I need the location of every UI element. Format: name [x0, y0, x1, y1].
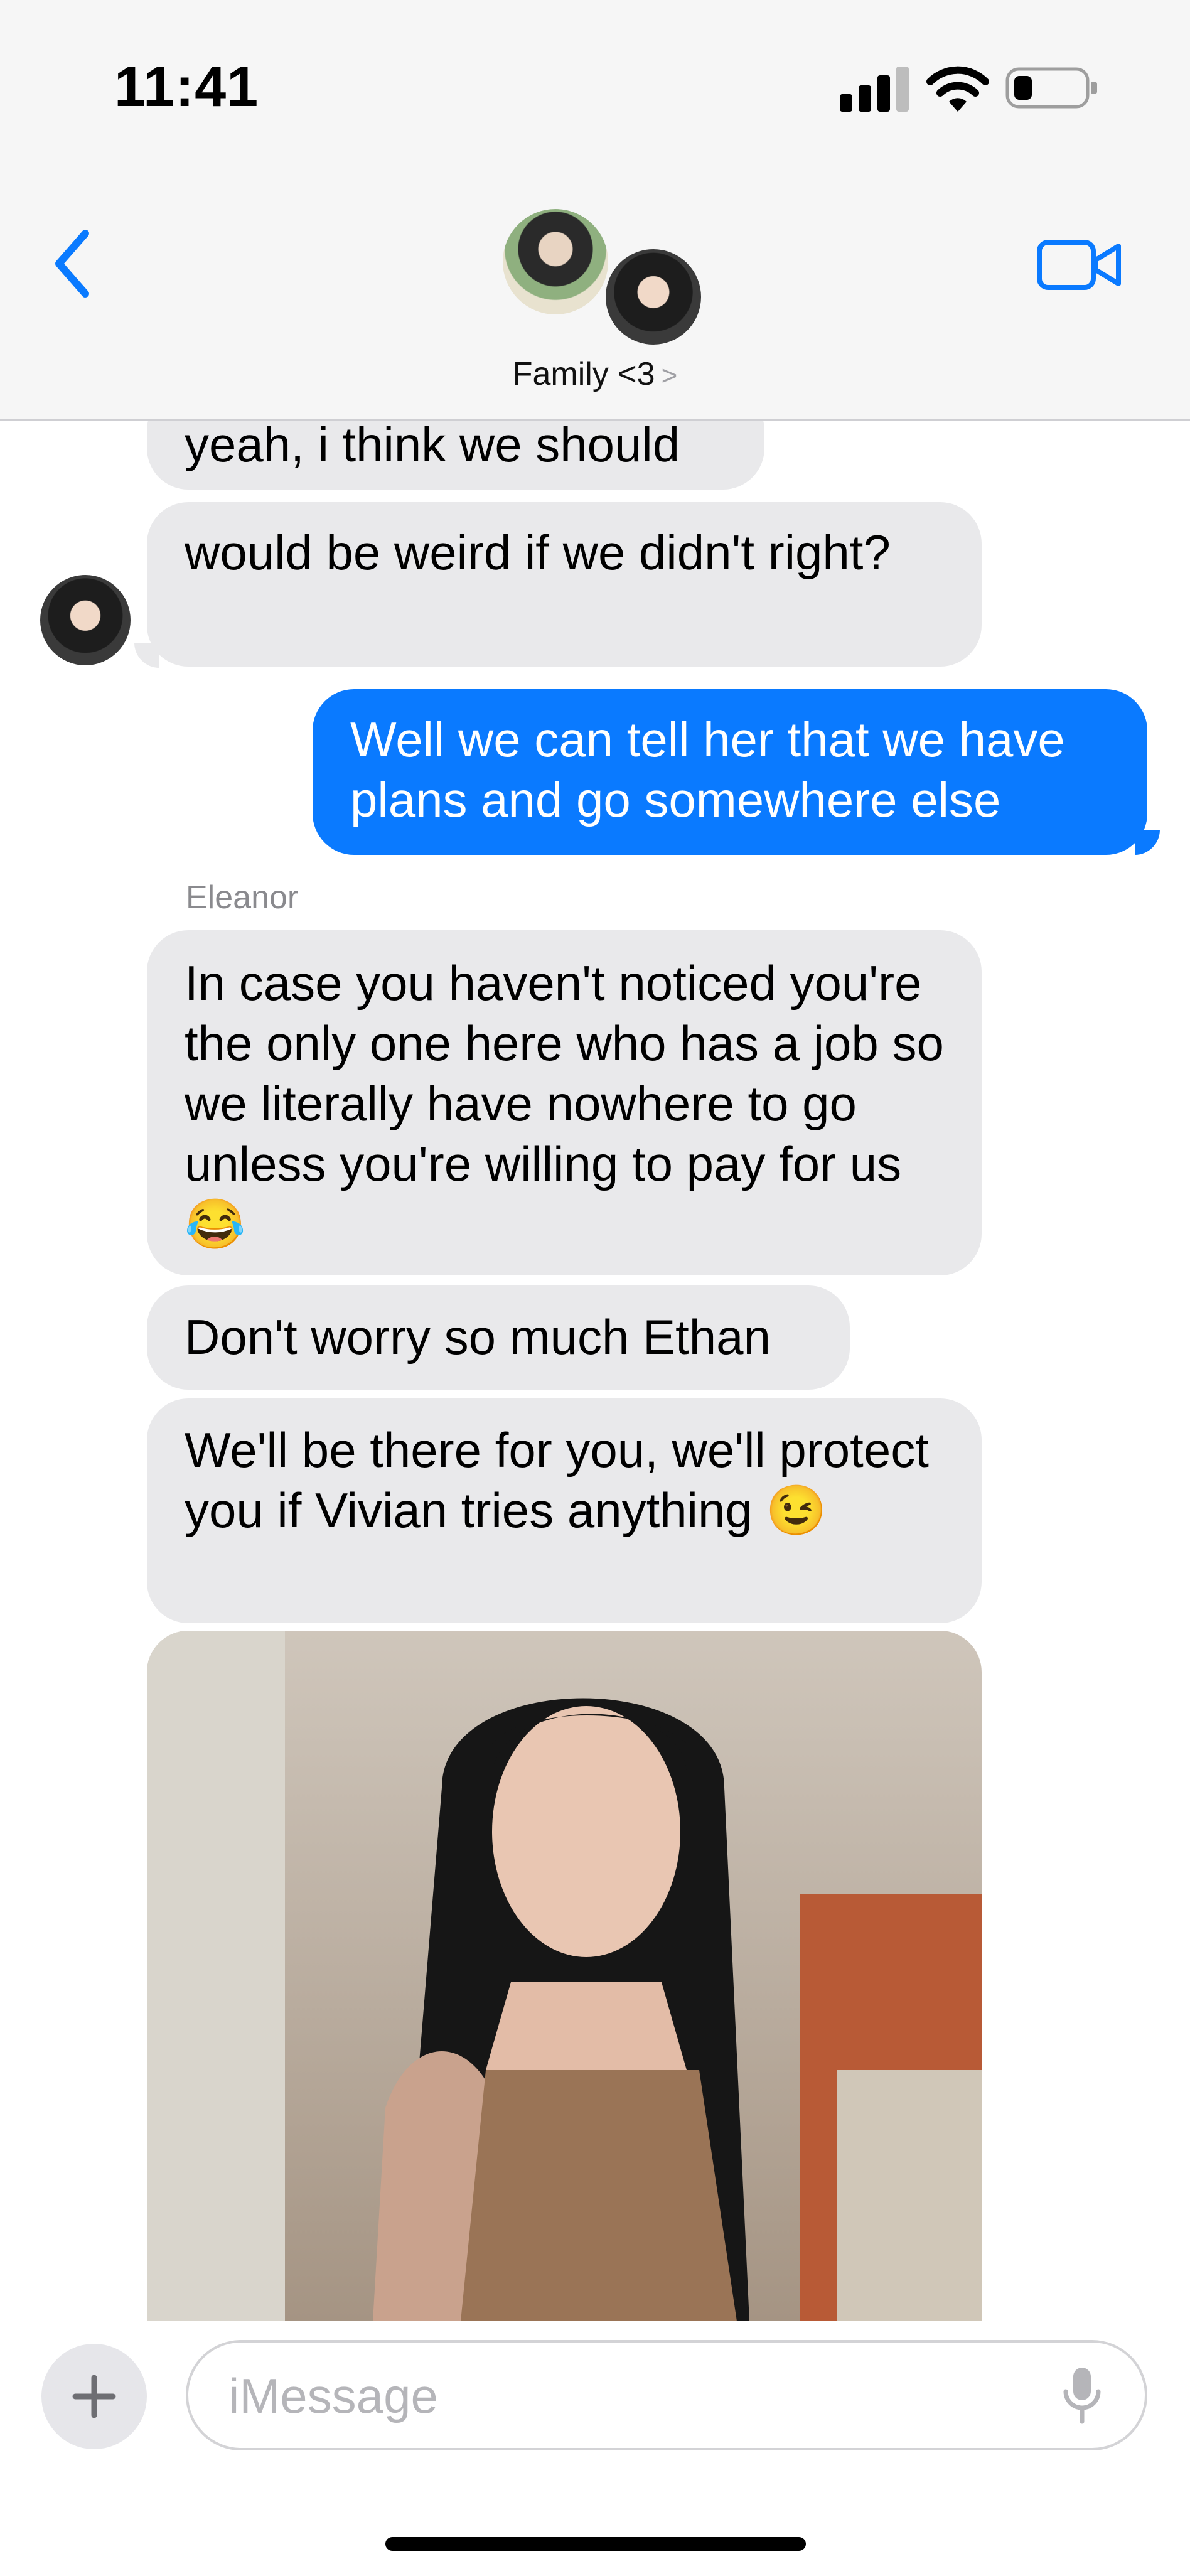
group-avatar-primary[interactable]: [500, 206, 611, 318]
group-name: Family <3: [512, 356, 655, 392]
message-bubble-outgoing[interactable]: Well we can tell her that we have plans …: [313, 689, 1147, 855]
chevron-right-icon: >: [661, 360, 678, 391]
message-input-placeholder: iMessage: [228, 2368, 438, 2423]
message-input[interactable]: iMessage: [186, 2340, 1147, 2450]
message-text: yeah, i think we should: [185, 417, 680, 472]
message-bubble[interactable]: We'll be there for you, we'll protect yo…: [147, 1398, 982, 1623]
bubble-tail: [1135, 830, 1160, 855]
video-camera-icon[interactable]: [1036, 233, 1123, 296]
message-bubble[interactable]: Don't worry so much Ethan: [147, 1285, 850, 1390]
message-bubble[interactable]: would be weird if we didn't right?: [147, 502, 982, 667]
message-composer: iMessage: [0, 2322, 1190, 2576]
plus-icon: [72, 2375, 116, 2418]
microphone-icon[interactable]: [1057, 2364, 1107, 2427]
home-indicator[interactable]: [385, 2537, 806, 2551]
message-bubble[interactable]: In case you haven't noticed you're the o…: [147, 930, 982, 1275]
message-text: would be weird if we didn't right?: [185, 525, 891, 580]
wifi-icon: [926, 66, 989, 112]
signal-icon: [840, 67, 909, 112]
battery-icon: [1005, 67, 1097, 109]
group-name-button[interactable]: Family <3 >: [0, 355, 1190, 393]
message-text: Well we can tell her that we have plans …: [350, 712, 1065, 827]
sender-avatar[interactable]: [40, 575, 131, 665]
sender-name: Eleanor: [186, 879, 299, 916]
bubble-tail: [134, 643, 159, 668]
message-text: Don't worry so much Ethan: [185, 1309, 771, 1365]
photo-attachment[interactable]: [147, 1631, 982, 2321]
photo-image: [147, 1631, 982, 2321]
message-text: In case you haven't noticed you're the o…: [185, 955, 944, 1252]
status-time: 11:41: [114, 56, 259, 119]
back-chevron-icon[interactable]: [48, 226, 98, 301]
plus-button[interactable]: [41, 2344, 147, 2449]
group-avatar-secondary[interactable]: [603, 246, 704, 348]
message-text: We'll be there for you, we'll protect yo…: [185, 1422, 929, 1538]
conversation-header: 11:41 Family <3 >: [0, 0, 1190, 421]
